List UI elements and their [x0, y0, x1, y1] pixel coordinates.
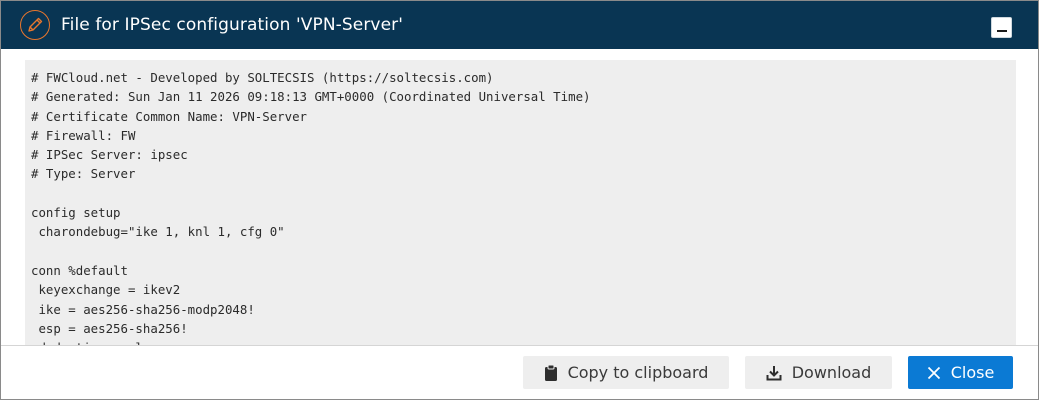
copy-button-label: Copy to clipboard — [567, 363, 709, 382]
download-button-label: Download — [791, 363, 872, 382]
close-button-label: Close — [950, 363, 995, 382]
clipboard-icon — [544, 364, 558, 382]
config-line: charondebug="ike 1, knl 1, cfg 0" — [31, 224, 285, 240]
copy-to-clipboard-button[interactable]: Copy to clipboard — [523, 356, 729, 389]
config-line: esp = aes256-sha256! — [31, 320, 188, 336]
minimize-icon — [997, 30, 1007, 32]
pencil-icon — [20, 10, 50, 40]
config-line: # IPSec Server: ipsec — [31, 147, 188, 163]
config-line: # Generated: Sun Jan 11 2026 09:18:13 GM… — [31, 89, 591, 105]
config-line — [31, 184, 591, 203]
dialog-titlebar: File for IPSec configuration 'VPN-Server… — [1, 1, 1038, 49]
dialog-title: File for IPSec configuration 'VPN-Server… — [61, 15, 403, 35]
ipsec-config-dialog: File for IPSec configuration 'VPN-Server… — [0, 0, 1039, 400]
config-line: # FWCloud.net - Developed by SOLTECSIS (… — [31, 70, 494, 85]
config-file-viewer[interactable]: # FWCloud.net - Developed by SOLTECSIS (… — [25, 60, 1016, 345]
config-line: config setup — [31, 205, 121, 221]
config-line: dpdaction = clear — [31, 338, 591, 345]
config-line: # Type: Server — [31, 166, 136, 182]
config-line: # Certificate Common Name: VPN-Server — [31, 108, 308, 124]
download-icon — [766, 365, 782, 381]
close-button[interactable]: Close — [908, 356, 1013, 389]
config-line: # Firewall: FW — [31, 127, 136, 143]
close-icon — [927, 366, 941, 380]
config-line: conn %default — [31, 262, 128, 278]
download-button[interactable]: Download — [745, 356, 892, 389]
footer-divider — [1, 345, 1038, 346]
config-line: ike = aes256-sha256-modp2048! — [31, 301, 255, 317]
config-line: keyexchange = ikev2 — [31, 282, 181, 298]
config-file-text: # FWCloud.net - Developed by SOLTECSIS (… — [31, 68, 591, 345]
minimize-button[interactable] — [991, 17, 1012, 38]
config-line — [31, 242, 591, 261]
